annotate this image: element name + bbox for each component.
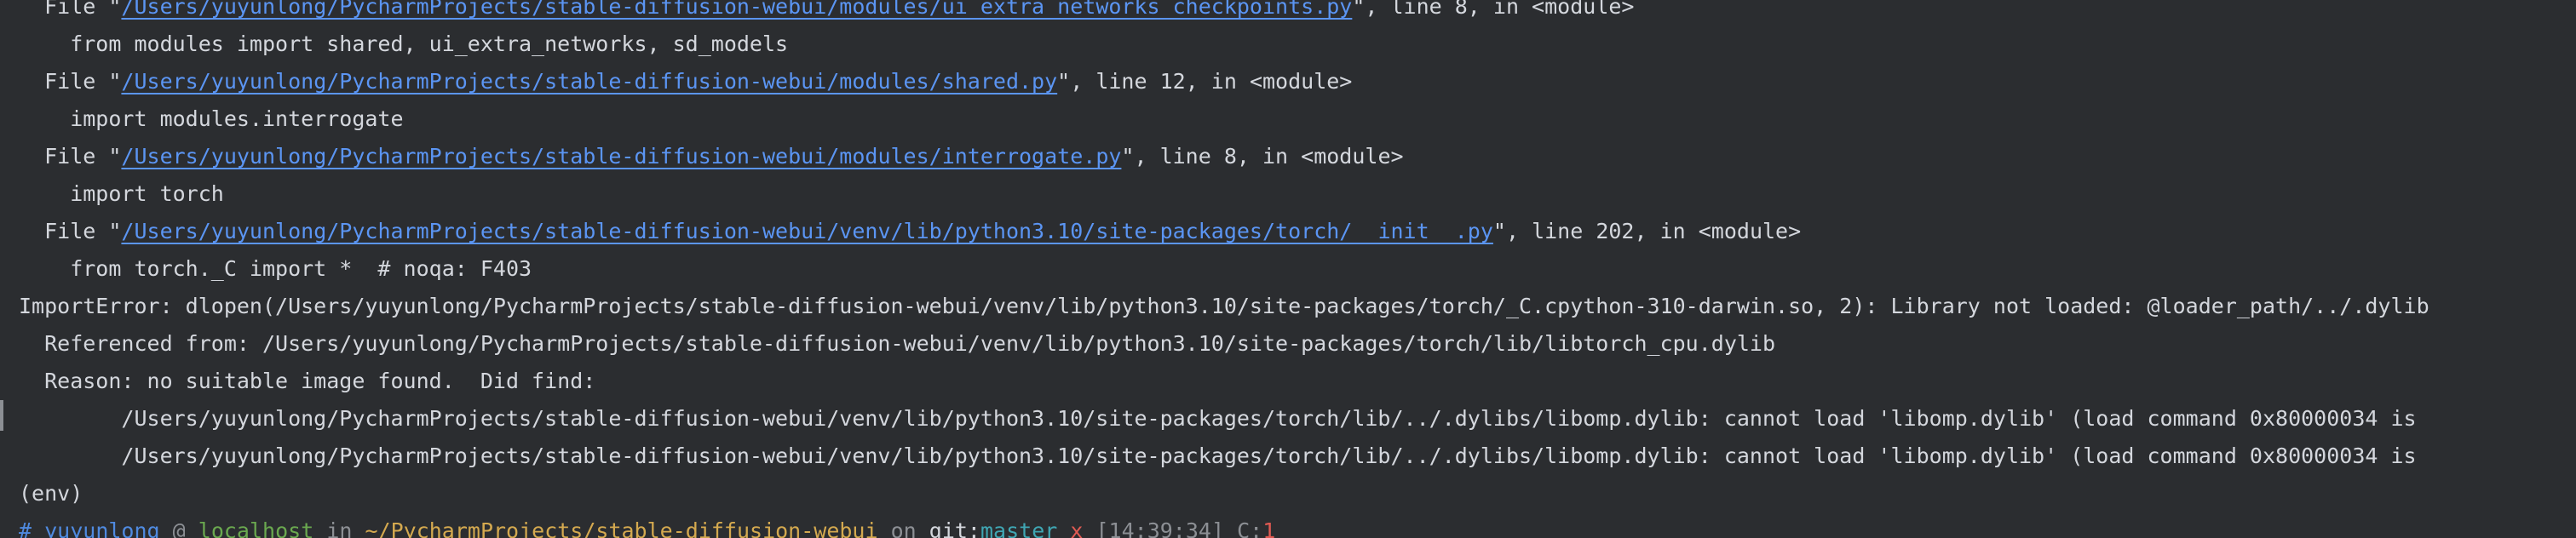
file-path-link[interactable]: /Users/yuyunlong/PycharmProjects/stable-… (121, 219, 1493, 243)
traceback-text: ", line 8, in <module> (1121, 144, 1404, 169)
reason-line: Reason: no suitable image found. Did fin… (19, 369, 596, 393)
traceback-code-line: import torch (19, 181, 224, 206)
referenced-from-line: Referenced from: /Users/yuyunlong/Pychar… (19, 331, 1776, 356)
traceback-text: ", line 12, in <module> (1057, 69, 1353, 94)
import-error-line: ImportError: dlopen(/Users/yuyunlong/Pyc… (19, 294, 2429, 318)
traceback-text: File " (19, 219, 122, 243)
traceback-file-line: File "/Users/yuyunlong/PycharmProjects/s… (19, 0, 2576, 26)
traceback-text: ", line 202, in <module> (1492, 219, 1802, 243)
prompt-branch: master (980, 518, 1058, 538)
prompt-time: [14:39:34] (1095, 518, 1225, 538)
prompt-user: yuyunlong (44, 518, 160, 538)
gutter-marker (0, 400, 3, 431)
traceback-text: File " (19, 69, 122, 94)
file-path-link[interactable]: /Users/yuyunlong/PycharmProjects/stable-… (121, 69, 1057, 94)
did-find-line: /Users/yuyunlong/PycharmProjects/stable-… (19, 444, 2417, 468)
prompt-code-label: C: (1237, 518, 1263, 538)
did-find-line: /Users/yuyunlong/PycharmProjects/stable-… (19, 406, 2417, 431)
prompt-dirty-marker: x (1070, 518, 1084, 538)
traceback-text: File " (19, 0, 122, 19)
traceback-text: File " (19, 144, 122, 169)
shell-prompt: # yuyunlong @ localhost in ~/PycharmProj… (19, 512, 2576, 538)
traceback-file-line: File "/Users/yuyunlong/PycharmProjects/s… (19, 63, 2576, 100)
file-path-link[interactable]: /Users/yuyunlong/PycharmProjects/stable-… (121, 144, 1121, 169)
prompt-git-label: git: (929, 518, 980, 538)
prompt-at: @ (172, 518, 186, 538)
prompt-host: localhost (198, 518, 314, 538)
prompt-exit-code: 1 (1262, 518, 1276, 538)
traceback-code-line: from modules import shared, ui_extra_net… (19, 31, 789, 56)
prompt-on: on (890, 518, 917, 538)
prompt-directory: ~/PycharmProjects/stable-diffusion-webui (365, 518, 878, 538)
prompt-in: in (326, 518, 353, 538)
traceback-text: ", line 8, in <module> (1352, 0, 1635, 19)
prompt-hash: # (19, 518, 32, 538)
terminal-output[interactable]: File "/Users/yuyunlong/PycharmProjects/s… (0, 0, 2576, 538)
env-indicator: (env) (19, 481, 83, 506)
file-path-link[interactable]: /Users/yuyunlong/PycharmProjects/stable-… (121, 0, 1352, 19)
traceback-code-line: import modules.interrogate (19, 106, 404, 131)
terminal-lines: File "/Users/yuyunlong/PycharmProjects/s… (19, 0, 2576, 538)
traceback-file-line: File "/Users/yuyunlong/PycharmProjects/s… (19, 138, 2576, 175)
traceback-code-line: from torch._C import * # noqa: F403 (19, 256, 532, 281)
traceback-file-line: File "/Users/yuyunlong/PycharmProjects/s… (19, 213, 2576, 250)
